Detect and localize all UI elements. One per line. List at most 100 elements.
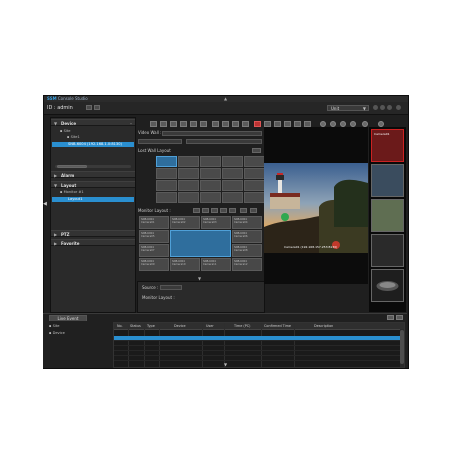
panel-option-button[interactable] [387,315,394,320]
panel-header-ptz[interactable]: ▶ PTZ [51,230,135,237]
wall-cell[interactable] [200,192,221,203]
video-wall-sub-select[interactable] [138,139,182,144]
event-tree-device[interactable]: ▪ Device [49,331,65,336]
tree-item-site1[interactable]: ▪ Site1 [67,135,80,140]
split-icon[interactable] [180,121,187,127]
wall-cell[interactable] [200,180,221,191]
panel-header-favorite[interactable]: ▶ Favorite [51,239,135,246]
thumbnail-3[interactable] [371,199,404,232]
vertical-scrollbar[interactable] [400,329,404,367]
wall-cell[interactable] [200,168,221,179]
wall-layout-edit-button[interactable] [252,148,261,153]
source-select[interactable] [160,285,182,290]
wall-cell[interactable] [178,180,199,191]
wall-cell[interactable] [178,168,199,179]
wall-cell[interactable] [156,192,177,203]
wall-cell[interactable] [244,180,265,191]
monitor-cell[interactable]: SNB-6004 Camera05 [139,230,169,243]
layout-3x3-button[interactable] [211,208,218,213]
video-wall-option-select[interactable] [186,139,262,144]
monitor-cell[interactable]: SNB-6004 Camera06 [232,230,262,243]
layout-settings-button[interactable] [240,208,247,213]
monitor-cell[interactable]: SNB-6004 Camera07 [139,244,169,257]
tree-item-monitor[interactable]: ▪ Monitor #1 [60,190,84,195]
grid-icon[interactable] [170,121,177,127]
table-row[interactable] [114,356,404,361]
monitor-cell[interactable]: SNB-6004 Camera11 [201,258,231,271]
capture-icon[interactable] [200,121,207,127]
minimize-icon[interactable] [387,105,392,110]
tab-live-event[interactable]: Live Event [49,315,87,321]
layout-custom-button[interactable] [229,208,236,213]
wall-cell[interactable] [156,180,177,191]
language-select[interactable]: Unit ▼ [327,105,369,111]
wall-cell[interactable] [222,180,243,191]
col-confirmed-time[interactable]: Confirmed Time [264,323,291,329]
layout-save-button[interactable] [250,208,257,213]
wall-cell[interactable] [244,156,265,167]
col-no[interactable]: No. [117,323,123,329]
monitor-cell[interactable]: SNB-6004 Camera09 [139,258,169,271]
record-icon[interactable] [212,121,219,127]
video-wall-select[interactable] [162,131,262,136]
scrollbar-thumb[interactable] [57,165,87,168]
panel-header-device[interactable]: ▼ Device – [51,119,135,126]
wall-cell[interactable] [178,156,199,167]
monitor-cell[interactable]: SNB-6004 Camera08 [232,244,262,257]
wall-cell[interactable] [244,192,265,203]
thumbnail-2[interactable] [371,164,404,197]
monitor-cell[interactable]: SNB-6004 Camera01 [139,216,169,229]
thumbnail-1[interactable]: Camera01 [371,129,404,162]
thumbnail-4[interactable] [371,234,404,267]
minus-icon[interactable]: – [130,120,132,127]
horizontal-scrollbar[interactable] [55,165,131,168]
layout-1x1-button[interactable] [193,208,200,213]
playback-icon[interactable] [222,121,229,127]
col-device[interactable]: Device [174,323,186,329]
monitor-cell[interactable]: SNB-6004 Camera03 [201,216,231,229]
close-icon[interactable] [396,105,401,110]
logout-button[interactable] [94,105,100,110]
scrollbar-thumb[interactable] [400,330,404,364]
wall-cell[interactable] [222,156,243,167]
monitor-cell[interactable]: SNB-6004 Camera12 [232,258,262,271]
event-tree-site[interactable]: ▪ Site [49,324,59,329]
tree-item-selected-device[interactable]: SNB-6004 (192.168.1.0:8130) [52,142,134,147]
sequence-icon[interactable] [190,121,197,127]
wall-cell[interactable] [222,168,243,179]
print-icon[interactable] [242,121,249,127]
layout-4x4-button[interactable] [220,208,227,213]
tree-item-layout1[interactable]: Layout1 [52,197,134,202]
panel-header-alarm[interactable]: ▶ Alarm [51,171,135,178]
panel-header-layout[interactable]: ▼ Layout [51,181,135,188]
wall-cell[interactable] [200,156,221,167]
monitor-cell-selected[interactable] [170,230,231,257]
col-description[interactable]: Description [314,323,333,329]
settings-icon[interactable] [373,105,378,110]
tree-item-site[interactable]: ▪ Site [60,129,70,134]
lock-button[interactable] [86,105,92,110]
panel-close-button[interactable] [396,315,403,320]
view-icon[interactable] [150,121,157,127]
col-time-pc[interactable]: Time (PC) [234,323,250,329]
thumbnail-5[interactable] [371,269,404,302]
wall-cell[interactable] [244,168,265,179]
wall-cell[interactable] [178,192,199,203]
expand-chevron-icon[interactable]: ▼ [224,362,227,367]
col-user[interactable]: User [206,323,214,329]
layout-icon[interactable] [160,121,167,127]
monitor-cell[interactable]: SNB-6004 Camera10 [170,258,200,271]
col-status[interactable]: Status [130,323,141,329]
wall-cell[interactable] [156,168,177,179]
export-icon[interactable] [232,121,239,127]
live-video-view[interactable]: Camera01 (192.168.157.253:8130) [264,127,368,284]
help-icon[interactable] [380,105,385,110]
alarm-icon[interactable] [254,121,261,127]
col-type[interactable]: Type [147,323,155,329]
monitor-cell[interactable]: SNB-6004 Camera04 [232,216,262,229]
left-pane-toggle-icon[interactable]: ◀ [43,200,47,208]
monitor-cell[interactable]: SNB-6004 Camera02 [170,216,200,229]
layout-2x2-button[interactable] [202,208,209,213]
wall-cell[interactable] [156,156,177,167]
wall-cell[interactable] [222,192,243,203]
